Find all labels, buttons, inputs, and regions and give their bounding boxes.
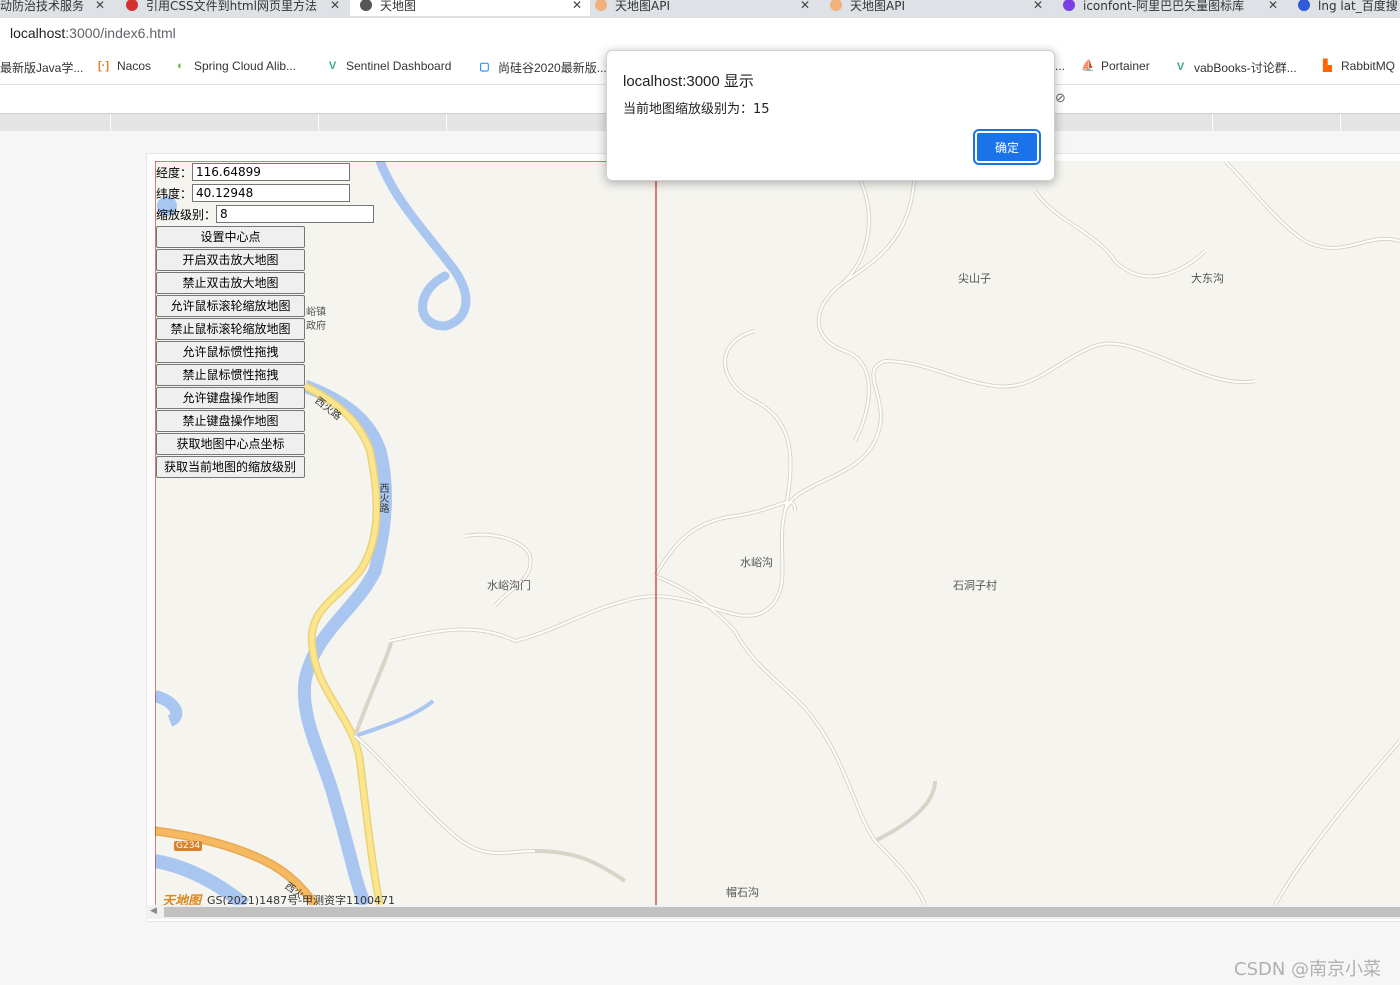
alert-dialog: localhost:3000 显示 当前地图缩放级别为：15 确定 (606, 50, 1055, 181)
tab-title: 天地图 (380, 0, 417, 13)
disable-dblclick-zoom-button[interactable]: 禁止双击放大地图 (156, 272, 305, 294)
site-favicon-icon (1063, 0, 1075, 11)
browser-tab[interactable]: 天地图API ✕ (830, 0, 1043, 16)
bookmark-item[interactable]: ... (1055, 59, 1065, 73)
lat-row: 纬度： (156, 184, 351, 202)
disable-keyboard-button[interactable]: 禁止键盘操作地图 (156, 410, 305, 432)
browser-tab-active[interactable]: 天地图 ✕ (350, 0, 590, 16)
scrollbar-thumb[interactable] (164, 907, 1400, 917)
block-icon[interactable]: ⊘ (1055, 91, 1066, 106)
enable-inertia-drag-button[interactable]: 允许鼠标惯性拖拽 (156, 341, 305, 363)
tab-title: lng lat_百度搜 (1318, 0, 1398, 13)
close-icon[interactable]: ✕ (572, 0, 582, 12)
place-label: 帽石沟 (726, 886, 759, 899)
browser-tab-bar: 动防治技术服务 ✕ 引用CSS文件到html网页里方法 ✕ 天地图 ✕ 天地图A… (0, 0, 1400, 18)
bookmark-label: 尚硅谷2020最新版... (498, 61, 607, 75)
place-label: 水峪沟门 (487, 579, 531, 592)
close-icon[interactable]: ✕ (95, 0, 105, 12)
minor-roads-fill (354, 161, 1400, 905)
bookmark-item[interactable]: [·] Nacos (97, 59, 151, 73)
close-icon[interactable]: ✕ (330, 0, 340, 12)
bookmark-label: 最新版Java学... (0, 61, 84, 75)
ok-button[interactable]: 确定 (973, 129, 1041, 165)
place-label: 水峪沟 (740, 556, 773, 569)
dialog-title: localhost:3000 显示 (623, 73, 754, 90)
river (155, 690, 183, 727)
bookmark-label: Sentinel Dashboard (346, 59, 452, 73)
place-label: 政府 (306, 321, 326, 332)
disable-scroll-zoom-button[interactable]: 禁止鼠标滚轮缩放地图 (156, 318, 305, 340)
browser-tab[interactable]: 动防治技术服务 ✕ (0, 0, 105, 16)
lat-input[interactable] (192, 184, 351, 202)
tab-title: 动防治技术服务 (0, 0, 85, 13)
url-text[interactable]: localhost:3000/index6.html (10, 25, 176, 41)
place-label: 大东沟 (1191, 272, 1224, 285)
lng-input[interactable] (192, 163, 351, 181)
minor-roads (353, 161, 1400, 905)
tab-title: 引用CSS文件到html网页里方法 (146, 0, 317, 13)
bilibili-icon: ▢ (479, 61, 490, 73)
bookmark-label: Spring Cloud Alib... (194, 59, 297, 73)
bookmark-item[interactable]: ◐ Spring Cloud Alib... (174, 59, 296, 73)
site-favicon-icon (830, 0, 842, 11)
lng-row: 经度： (156, 163, 351, 181)
url-host: localhost (10, 25, 66, 41)
set-center-button[interactable]: 设置中心点 (156, 226, 305, 248)
place-label: 峪镇 (306, 307, 326, 318)
browser-tab[interactable]: 引用CSS文件到html网页里方法 ✕ (126, 0, 340, 16)
enable-keyboard-button[interactable]: 允许键盘操作地图 (156, 387, 305, 409)
tab-title: 天地图API (850, 0, 905, 13)
zoom-label: 缩放级别： (156, 207, 217, 222)
zoom-input[interactable] (216, 205, 375, 223)
dialog-message: 当前地图缩放级别为：15 (623, 102, 770, 117)
site-favicon-icon (126, 0, 138, 11)
enable-dblclick-zoom-button[interactable]: 开启双击放大地图 (156, 249, 305, 271)
vue-icon: V (328, 59, 337, 72)
bookmark-label: Nacos (117, 59, 152, 73)
bookmark-item[interactable]: ⛵ Portainer (1081, 59, 1150, 73)
place-label: 尖山子 (958, 272, 991, 285)
browser-tab[interactable]: lng lat_百度搜 (1298, 0, 1400, 16)
bookmark-item[interactable]: 最新版Java学... (0, 59, 83, 76)
bookmark-item[interactable]: ▙ RabbitMQ (1321, 59, 1395, 73)
place-label: 石洞子村 (953, 579, 997, 592)
portainer-icon: ⛵ (1081, 59, 1095, 72)
bookmark-label: ... (1055, 59, 1066, 73)
road-shield-label: G234 (174, 841, 203, 851)
vue-icon: V (1176, 61, 1185, 73)
river (375, 161, 471, 331)
browser-tab[interactable]: 天地图API ✕ (595, 0, 810, 16)
bookmark-label: vabBooks-讨论群... (1194, 61, 1297, 75)
bookmark-item[interactable]: VvabBooks-讨论群... (1174, 59, 1297, 76)
get-center-button[interactable]: 获取地图中心点坐标 (156, 433, 305, 455)
site-favicon-icon (360, 0, 372, 11)
browser-tab[interactable]: iconfont-阿里巴巴矢量图标库 ✕ (1063, 0, 1278, 16)
get-zoom-button[interactable]: 获取当前地图的缩放级别 (156, 456, 305, 478)
bookmark-label: Portainer (1101, 59, 1150, 73)
close-icon[interactable]: ✕ (1033, 0, 1043, 12)
address-bar[interactable]: localhost:3000/index6.html (0, 18, 1400, 50)
horizontal-scrollbar[interactable]: ◀ (146, 905, 1400, 919)
site-favicon-icon (1298, 0, 1310, 11)
lat-label: 纬度： (156, 186, 193, 201)
bookmark-item[interactable]: ▢ 尚硅谷2020最新版... (478, 59, 607, 76)
url-path: :3000/index6.html (65, 25, 176, 41)
tab-title: iconfont-阿里巴巴矢量图标库 (1083, 0, 1245, 13)
enable-scroll-zoom-button[interactable]: 允许鼠标滚轮缩放地图 (156, 295, 305, 317)
lng-label: 经度： (156, 165, 193, 180)
close-icon[interactable]: ✕ (800, 0, 810, 12)
nacos-icon: [·] (98, 59, 109, 72)
bookmark-item[interactable]: V Sentinel Dashboard (326, 59, 452, 73)
disable-inertia-drag-button[interactable]: 禁止鼠标惯性拖拽 (156, 364, 305, 386)
csdn-watermark: CSDN @南京小菜 (1234, 959, 1382, 980)
bookmark-label: RabbitMQ (1341, 59, 1396, 73)
site-favicon-icon (595, 0, 607, 11)
scroll-left-icon[interactable]: ◀ (150, 906, 157, 916)
zoom-row: 缩放级别： (156, 205, 375, 223)
spring-icon: ◐ (177, 59, 184, 72)
close-icon[interactable]: ✕ (1268, 0, 1278, 12)
road-label: 西火路 (377, 483, 388, 513)
tab-title: 天地图API (615, 0, 670, 13)
rabbitmq-icon: ▙ (1323, 59, 1332, 72)
